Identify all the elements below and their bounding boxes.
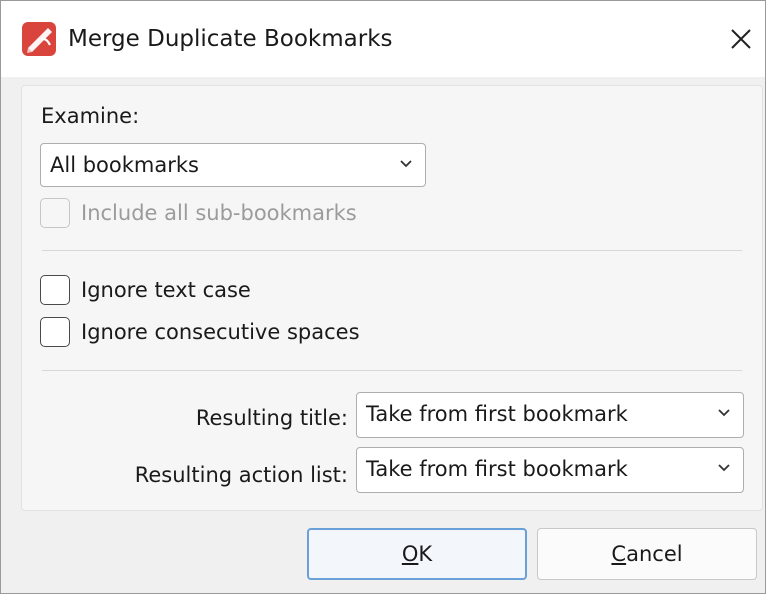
chevron-down-icon bbox=[718, 464, 730, 472]
cancel-label-rest: ancel bbox=[626, 542, 683, 566]
examine-select[interactable]: All bookmarks bbox=[40, 143, 426, 187]
resulting-action-list-label: Resulting action list: bbox=[134, 463, 348, 487]
options-panel: Examine: All bookmarks Include all sub-b… bbox=[21, 85, 763, 511]
resulting-title-label: Resulting title: bbox=[195, 406, 348, 430]
resulting-action-list-select-value: Take from first bookmark bbox=[366, 457, 628, 481]
close-icon bbox=[731, 29, 751, 49]
separator bbox=[42, 370, 742, 371]
examine-label: Examine: bbox=[41, 104, 140, 128]
chevron-down-icon bbox=[718, 409, 730, 417]
ignore-text-case-checkbox[interactable] bbox=[40, 275, 70, 305]
ok-mnemonic: O bbox=[401, 542, 419, 566]
chevron-down-icon bbox=[400, 160, 412, 168]
merge-duplicate-bookmarks-dialog: Merge Duplicate Bookmarks Examine: All b… bbox=[0, 0, 766, 594]
cancel-mnemonic: C bbox=[611, 542, 627, 566]
examine-select-value: All bookmarks bbox=[50, 153, 199, 177]
title-bar: Merge Duplicate Bookmarks bbox=[1, 1, 765, 77]
include-sub-bookmarks-label: Include all sub-bookmarks bbox=[81, 201, 357, 225]
cancel-button[interactable]: Cancel bbox=[537, 528, 757, 580]
ignore-text-case-label: Ignore text case bbox=[81, 278, 251, 302]
resulting-title-select-value: Take from first bookmark bbox=[366, 402, 628, 426]
separator bbox=[42, 250, 742, 251]
dialog-title: Merge Duplicate Bookmarks bbox=[68, 26, 393, 52]
resulting-title-select[interactable]: Take from first bookmark bbox=[356, 392, 744, 438]
include-sub-bookmarks-checkbox[interactable] bbox=[40, 198, 70, 228]
ok-label-rest: K bbox=[418, 542, 433, 566]
resulting-action-list-select[interactable]: Take from first bookmark bbox=[356, 447, 744, 493]
ignore-consecutive-spaces-label: Ignore consecutive spaces bbox=[81, 320, 360, 344]
close-button[interactable] bbox=[719, 19, 763, 59]
ignore-consecutive-spaces-checkbox[interactable] bbox=[40, 317, 70, 347]
foxit-pdf-editor-icon bbox=[22, 22, 56, 56]
ok-button[interactable]: OK bbox=[307, 528, 527, 580]
